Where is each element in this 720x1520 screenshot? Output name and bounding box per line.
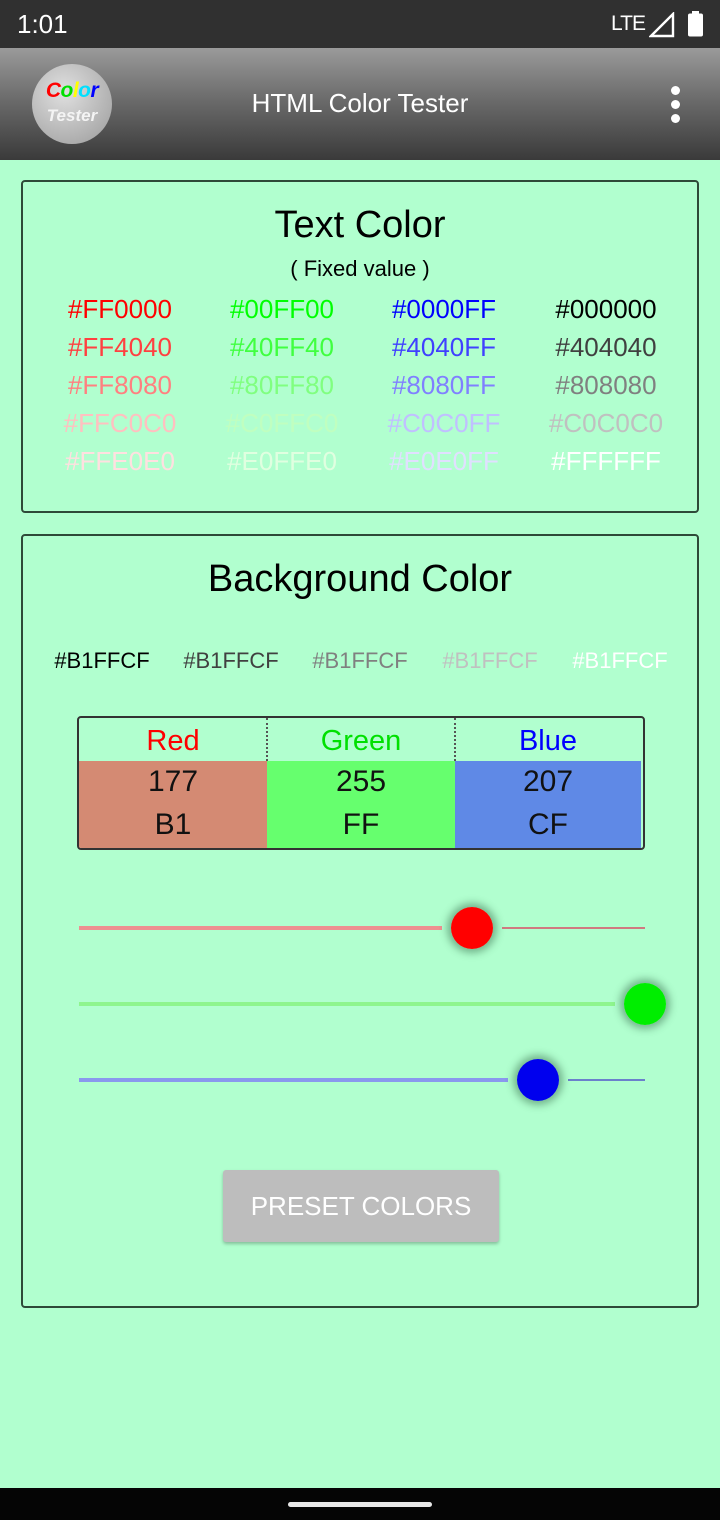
text-color-panel: Text Color ( Fixed value ) #FF0000 #FF404…	[21, 180, 699, 513]
blue-slider-inactive-track	[568, 1079, 645, 1081]
text-color-swatch: #FFE0E0	[65, 446, 175, 476]
text-color-swatch: #8080FF	[391, 370, 497, 400]
text-color-swatch: #00FF00	[229, 294, 335, 324]
rgb-hex-value: FF	[342, 808, 380, 841]
rgb-value-cell: 255 FF	[267, 761, 455, 848]
text-color-swatch: #808080	[555, 370, 657, 400]
text-color-swatch: #C0FFC0	[225, 408, 339, 438]
background-color-title: Background Color	[207, 558, 513, 600]
battery-icon	[688, 11, 703, 37]
green-slider-active-track	[79, 1002, 615, 1006]
text-color-swatch: #000000	[555, 294, 657, 324]
text-color-title: Text Color	[274, 204, 446, 246]
table-divider	[266, 718, 268, 761]
red-slider-active-track	[79, 926, 442, 930]
rgb-column-red: Red 177 B1	[79, 718, 267, 848]
green-slider[interactable]	[79, 974, 667, 1034]
red-slider-thumb[interactable]	[450, 907, 493, 949]
rgb-header-red: Red	[146, 725, 200, 757]
background-sample-label: #B1FFCF	[54, 648, 150, 673]
rgb-header-blue: Blue	[518, 725, 578, 757]
blue-slider-thumb[interactable]	[517, 1059, 560, 1101]
app-bar: Color Tester HTML Color Tester	[0, 48, 720, 160]
blue-slider-active-track	[79, 1078, 509, 1082]
more-vert-icon	[671, 86, 680, 95]
background-sample-label: #B1FFCF	[442, 648, 538, 673]
text-color-swatch: #FF4040	[67, 332, 173, 362]
status-time: 1:01	[17, 9, 68, 39]
rgb-hex-value: CF	[528, 808, 568, 841]
background-sample-label: #B1FFCF	[312, 648, 408, 673]
text-color-swatch: #4040FF	[391, 332, 497, 362]
rgb-value-cell: 177 B1	[79, 761, 267, 848]
text-color-swatch: #C0C0FF	[387, 408, 501, 438]
background-sample-label: #B1FFCF	[183, 648, 279, 673]
app-title: HTML Color Tester	[251, 88, 469, 118]
rgb-value-cell: 207 CF	[455, 761, 641, 848]
more-vert-icon	[671, 114, 680, 123]
table-divider	[454, 718, 456, 761]
rgb-column-green: Green 255 FF	[267, 718, 455, 848]
text-color-swatch: #40FF40	[229, 332, 335, 362]
blue-slider[interactable]	[79, 1050, 667, 1110]
red-slider[interactable]	[79, 898, 667, 958]
network-type: LTE	[611, 12, 646, 35]
rgb-table: Red 177 B1 Green 255 FF Blue 207 CF	[77, 716, 645, 850]
rgb-hex-value: B1	[154, 808, 192, 841]
home-gesture-handle[interactable]	[288, 1502, 432, 1507]
text-color-swatch: #E0FFE0	[227, 446, 337, 476]
rgb-decimal-value: 177	[147, 765, 199, 798]
red-slider-inactive-track	[501, 927, 645, 929]
text-color-swatch: #80FF80	[229, 370, 335, 400]
text-color-swatch: #E0E0FF	[389, 446, 499, 476]
rgb-decimal-value: 255	[335, 765, 387, 798]
status-bar: 1:01 LTE	[0, 0, 720, 48]
text-color-swatch: #FFFFFF	[551, 446, 661, 476]
text-color-swatch: #FFC0C0	[63, 408, 177, 438]
signal-icon	[649, 12, 675, 38]
navigation-bar	[0, 1488, 720, 1520]
text-color-swatch: #0000FF	[391, 294, 497, 324]
rgb-column-blue: Blue 207 CF	[455, 718, 641, 848]
more-vert-icon	[671, 100, 680, 109]
rgb-header-green: Green	[320, 725, 402, 757]
text-color-swatch: #FF0000	[67, 294, 173, 324]
green-slider-thumb[interactable]	[624, 983, 666, 1025]
text-color-swatch: #C0C0C0	[548, 408, 664, 438]
text-color-swatch: #FF8080	[67, 370, 173, 400]
overflow-menu-button[interactable]	[662, 84, 690, 124]
background-sample-label: #B1FFCF	[572, 648, 668, 673]
text-color-subtitle: ( Fixed value )	[290, 256, 430, 281]
preset-colors-button[interactable]: PRESET COLORS	[223, 1170, 499, 1242]
rgb-decimal-value: 207	[522, 765, 574, 798]
background-color-panel: Background Color #B1FFCF #B1FFCF #B1FFCF #B…	[21, 534, 699, 1308]
text-color-swatch: #404040	[555, 332, 657, 362]
